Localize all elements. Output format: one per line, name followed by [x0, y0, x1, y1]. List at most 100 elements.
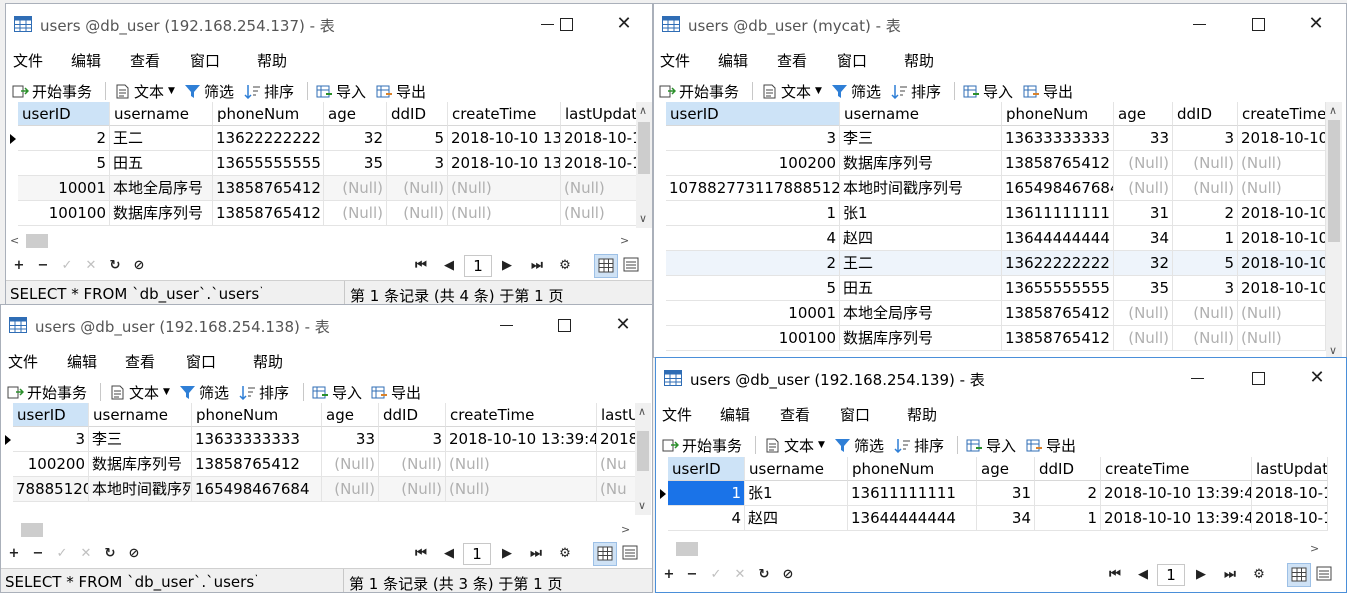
delete-record-icon[interactable]: − — [36, 258, 50, 273]
menu-help[interactable]: 帮助 — [257, 50, 287, 71]
maximize-button[interactable] — [552, 313, 576, 337]
menu-window[interactable]: 窗口 — [190, 50, 220, 71]
cell-userid[interactable]: 1078827731178885120 — [666, 176, 840, 201]
cell-username[interactable]: 田五 — [840, 276, 1002, 301]
cell-userid-selected[interactable]: 1 — [668, 481, 745, 506]
cell-ddid[interactable]: 2 — [1035, 481, 1101, 506]
scroll-right-icon[interactable]: > — [621, 523, 630, 536]
cell-userid[interactable]: 5 — [666, 276, 840, 301]
cell-age[interactable]: 34 — [977, 506, 1035, 531]
export-button[interactable]: 导出 — [371, 382, 421, 402]
maximize-button[interactable] — [1246, 366, 1270, 390]
filter-button[interactable]: 筛选 — [179, 382, 229, 402]
cell-userid[interactable]: 2 — [666, 251, 840, 276]
scroll-down-icon[interactable]: ∨ — [1329, 344, 1337, 357]
text-view-button[interactable]: 文本 ▼ — [761, 81, 822, 101]
menu-help[interactable]: 帮助 — [253, 351, 283, 372]
cell-userid[interactable]: 4 — [666, 226, 840, 251]
refresh-icon[interactable]: ↻ — [103, 546, 117, 561]
import-button[interactable]: 导入 — [966, 435, 1016, 455]
cell-ddid[interactable]: (Null) — [1173, 301, 1238, 326]
cell-lastupdate[interactable]: (Nu — [597, 452, 637, 477]
cell-userid[interactable]: 4 — [668, 506, 745, 531]
cell-ddid[interactable]: (Null) — [379, 452, 446, 477]
cell-phonenum[interactable]: 13858765412 — [192, 452, 322, 477]
filter-button[interactable]: 筛选 — [831, 81, 881, 101]
cell-age[interactable]: (Null) — [1114, 301, 1173, 326]
column-header-createtime[interactable]: createTime — [448, 102, 561, 126]
add-record-icon[interactable]: + — [7, 546, 21, 561]
export-button[interactable]: 导出 — [1023, 81, 1073, 101]
scroll-thumb[interactable] — [21, 523, 43, 537]
table-row[interactable]: 4 赵四 13644444444 34 1 2018-10-10 13:39:4… — [668, 506, 1328, 531]
cell-phonenum[interactable]: 13655555555 — [213, 151, 324, 176]
cell-phonenum[interactable]: 13611111111 — [848, 481, 977, 506]
column-header-ddid[interactable]: ddID — [379, 403, 446, 427]
cell-ddid[interactable]: (Null) — [387, 176, 448, 201]
table-row[interactable]: 100100 数据库序列号 13858765412 (Null) (Null) … — [18, 201, 637, 226]
table-row[interactable]: 10001 本地全局序号 13858765412 (Null) (Null) (Null) — [666, 301, 1326, 326]
cell-phonenum[interactable]: 165498467684 — [192, 477, 322, 502]
cell-username[interactable]: 数据库序列号 — [110, 201, 213, 226]
cell-username[interactable]: 李三 — [89, 427, 192, 452]
data-grid[interactable]: userID username phoneNum age ddID create… — [654, 102, 1326, 354]
cell-ddid[interactable]: 3 — [1173, 126, 1238, 151]
cell-createtime[interactable]: 2018-10-10 13:39:41 — [1101, 481, 1252, 506]
cell-username[interactable]: 田五 — [110, 151, 213, 176]
sort-button[interactable]: 排序 — [894, 435, 944, 455]
cell-username[interactable]: 张1 — [745, 481, 848, 506]
filter-button[interactable]: 筛选 — [834, 435, 884, 455]
last-page-icon[interactable]: ⏭ — [1223, 567, 1237, 582]
column-header-phonenum[interactable]: phoneNum — [1002, 102, 1114, 126]
scroll-up-icon[interactable]: ∧ — [638, 405, 646, 418]
grid-view-button[interactable] — [594, 254, 618, 278]
last-page-icon[interactable]: ⏭ — [529, 546, 543, 561]
cell-createtime[interactable]: 2018-10-10 — [1238, 276, 1326, 301]
cell-userid[interactable]: 100100 — [18, 201, 110, 226]
column-header-phonenum[interactable]: phoneNum — [192, 403, 322, 427]
horizontal-scrollbar[interactable]: > — [656, 540, 1328, 558]
cell-createtime[interactable]: (Null) — [446, 452, 597, 477]
close-button[interactable]: ✕ — [1304, 12, 1328, 36]
table-row[interactable]: 100200 数据库序列号 13858765412 (Null) (Null) … — [13, 452, 637, 477]
cell-phonenum[interactable]: 13655555555 — [1002, 276, 1114, 301]
menu-help[interactable]: 帮助 — [904, 50, 934, 71]
column-header-age[interactable]: age — [324, 102, 387, 126]
column-header-lastupdate[interactable]: lastUpdate — [561, 102, 637, 126]
cell-createtime[interactable]: 2018-10-10 — [1238, 251, 1326, 276]
column-header-phonenum[interactable]: phoneNum — [848, 457, 977, 481]
cell-userid[interactable]: 100100 — [666, 326, 840, 351]
menu-view[interactable]: 查看 — [780, 404, 810, 425]
stop-icon[interactable]: ⊘ — [781, 567, 795, 582]
cell-age[interactable]: (Null) — [324, 176, 387, 201]
cell-age[interactable]: (Null) — [1114, 151, 1173, 176]
menu-file[interactable]: 文件 — [13, 50, 43, 71]
refresh-icon[interactable]: ↻ — [757, 567, 771, 582]
column-header-age[interactable]: age — [322, 403, 379, 427]
cell-username[interactable]: 赵四 — [745, 506, 848, 531]
horizontal-scrollbar[interactable]: > — [1, 521, 637, 539]
cell-phonenum[interactable]: 165498467684 — [1002, 176, 1114, 201]
cell-username[interactable]: 本地时间戳序列号 — [89, 477, 192, 502]
begin-transaction-button[interactable]: 开始事务 — [12, 81, 92, 101]
cell-createtime[interactable]: 2018-10-10 — [1238, 201, 1326, 226]
stop-icon[interactable]: ⊘ — [127, 546, 141, 561]
cell-ddid[interactable]: 1 — [1173, 226, 1238, 251]
cell-username[interactable]: 王二 — [110, 126, 213, 151]
cell-username[interactable]: 王二 — [840, 251, 1002, 276]
cell-lastupdate[interactable]: (Null) — [561, 201, 637, 226]
cell-createtime[interactable]: 2018-10-10 13:39:41 — [446, 427, 597, 452]
table-row[interactable]: 1 张1 13611111111 31 2 2018-10-10 — [666, 201, 1326, 226]
apply-icon[interactable]: ✓ — [60, 258, 74, 273]
menu-edit[interactable]: 编辑 — [718, 50, 748, 71]
cell-phonenum[interactable]: 13622222222 — [1002, 251, 1114, 276]
column-header-createtime[interactable]: createTime — [1238, 102, 1326, 126]
grid-view-button[interactable] — [593, 542, 617, 566]
menu-help[interactable]: 帮助 — [907, 404, 937, 425]
filter-button[interactable]: 筛选 — [184, 81, 234, 101]
cell-lastupdate[interactable]: 2018-10-10 — [561, 151, 637, 176]
text-view-button[interactable]: 文本 ▼ — [764, 435, 825, 455]
cell-phonenum[interactable]: 13858765412 — [1002, 151, 1114, 176]
menu-view[interactable]: 查看 — [125, 351, 155, 372]
cell-ddid[interactable]: 2 — [1173, 201, 1238, 226]
